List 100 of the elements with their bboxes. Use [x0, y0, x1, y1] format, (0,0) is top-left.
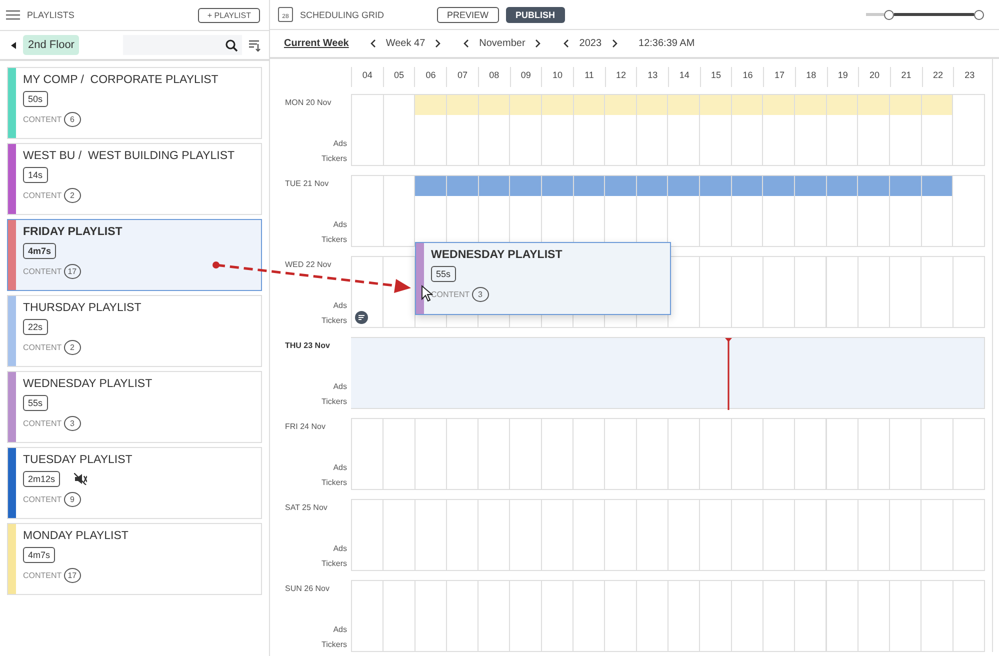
- publish-button[interactable]: PUBLISH: [506, 6, 566, 22]
- hour-label: 15: [700, 67, 732, 87]
- grid-cell[interactable]: [540, 95, 573, 165]
- lane-label: Ads: [332, 543, 347, 555]
- lane-label: Tickers: [320, 396, 347, 408]
- slider-thumb[interactable]: [884, 10, 894, 20]
- grid-cell[interactable]: [762, 95, 794, 165]
- menu-icon[interactable]: [5, 9, 21, 21]
- grid-cell[interactable]: [920, 95, 952, 165]
- grid-cell[interactable]: [920, 176, 952, 246]
- comment-icon[interactable]: [355, 311, 368, 324]
- hour-label: 04: [351, 67, 383, 87]
- grid-cell[interactable]: [857, 176, 890, 246]
- content-label: CONTENT: [23, 267, 62, 276]
- hour-label: 16: [731, 67, 764, 87]
- back-icon[interactable]: [10, 40, 17, 50]
- grid-cell[interactable]: [699, 95, 731, 165]
- grid-cell[interactable]: [446, 95, 478, 165]
- content-count: 2: [64, 340, 81, 355]
- grid-cell[interactable]: [604, 95, 636, 165]
- month-label: November: [479, 38, 526, 49]
- grid-cell[interactable]: [794, 176, 826, 246]
- preview-button[interactable]: PREVIEW: [437, 6, 499, 22]
- panel-title: PLAYLISTS: [27, 10, 76, 20]
- playlist-card[interactable]: TUESDAY PLAYLIST 2m12s CONTENT 9: [7, 447, 262, 519]
- cursor-icon: [421, 285, 433, 303]
- grid-cell[interactable]: [414, 95, 446, 165]
- search-field[interactable]: [123, 35, 242, 55]
- playlist-card[interactable]: WEDNESDAY PLAYLIST 55s CONTENT 3: [7, 371, 262, 443]
- slider-fill[interactable]: [866, 13, 884, 16]
- hour-label: 14: [668, 67, 700, 87]
- grid-cell[interactable]: [889, 176, 921, 246]
- playlist-card[interactable]: WEST BU / WEST BUILDING PLAYLIST 14s CONTENT 2: [7, 143, 262, 215]
- hour-label: 10: [541, 67, 573, 87]
- playlist-card[interactable]: MONDAY PLAYLIST 4m7s CONTENT 17: [7, 523, 262, 595]
- content-label: CONTENT: [431, 290, 470, 299]
- dragged-playlist-card[interactable]: WEDNESDAY PLAYLIST 55s CONTENT 3: [415, 242, 671, 315]
- chevron-left-icon[interactable]: [462, 39, 472, 48]
- grid-cell[interactable]: [572, 95, 604, 165]
- hour-label: 06: [414, 67, 446, 87]
- grid-cell[interactable]: [730, 176, 762, 246]
- day-label: MON 20 Nov: [285, 98, 332, 109]
- grid-cell[interactable]: [857, 95, 890, 165]
- search-icon[interactable]: [225, 38, 238, 52]
- day-label: SAT 25 Nov: [285, 503, 328, 514]
- playlist-title: FRIDAY PLAYLIST: [23, 226, 122, 238]
- chevron-right-icon[interactable]: [533, 39, 542, 48]
- grid-cell[interactable]: [762, 176, 794, 246]
- lane-label: Tickers: [320, 234, 347, 246]
- slider-end-handle[interactable]: [974, 10, 984, 20]
- grid-cell[interactable]: [730, 95, 762, 165]
- duration-tag: 22s: [23, 319, 48, 335]
- current-week-link[interactable]: Current Week: [284, 38, 349, 49]
- grid-cell[interactable]: [667, 95, 700, 165]
- duration-tag: 50s: [23, 91, 48, 107]
- duration-tag: 14s: [23, 167, 48, 183]
- sort-icon[interactable]: [248, 38, 261, 52]
- lane-label: Ads: [332, 300, 347, 312]
- content-label: CONTENT: [23, 343, 62, 352]
- playlist-card[interactable]: MY COMP / CORPORATE PLAYLIST 50s CONTENT 6: [7, 67, 262, 139]
- hour-label: 23: [953, 67, 985, 87]
- content-count: 2: [64, 188, 81, 203]
- grid-cell[interactable]: [509, 95, 541, 165]
- grid-cell[interactable]: [478, 95, 510, 165]
- hour-label: 18: [794, 67, 826, 87]
- lane-label: Tickers: [320, 558, 347, 570]
- hour-label: 19: [826, 67, 858, 87]
- duration-tag: 55s: [23, 395, 48, 411]
- hour-label: 22: [922, 67, 954, 87]
- content-count: 9: [64, 492, 81, 507]
- location-chip[interactable]: 2nd Floor: [23, 35, 80, 55]
- grid-cell[interactable]: [826, 95, 858, 165]
- hour-label: 17: [763, 67, 795, 87]
- lane-label: Tickers: [320, 153, 347, 165]
- add-playlist-button[interactable]: + PLAYLIST: [198, 8, 260, 22]
- chevron-left-icon[interactable]: [368, 39, 378, 48]
- grid-cell[interactable]: [794, 95, 826, 165]
- playlist-card[interactable]: FRIDAY PLAYLIST 4m7s CONTENT 17: [7, 219, 262, 291]
- zoom-slider[interactable]: [866, 10, 984, 20]
- content-label: CONTENT: [23, 191, 62, 200]
- chevron-right-icon[interactable]: [433, 39, 442, 48]
- content-label: CONTENT: [23, 115, 62, 124]
- playlist-card[interactable]: THURSDAY PLAYLIST 22s CONTENT 2: [7, 295, 262, 367]
- grid-cell[interactable]: [699, 176, 731, 246]
- chevron-right-icon[interactable]: [610, 39, 619, 48]
- lane-label: Tickers: [320, 315, 347, 327]
- grid-cell[interactable]: [636, 95, 668, 165]
- playlist-title: MY COMP / CORPORATE PLAYLIST: [23, 74, 218, 86]
- content-count: 3: [64, 416, 81, 431]
- hour-label: 07: [446, 67, 478, 87]
- hour-label: 12: [604, 67, 636, 87]
- content-label: CONTENT: [23, 571, 62, 580]
- grid-cell[interactable]: [826, 176, 858, 246]
- content-count: 17: [64, 264, 81, 279]
- hour-label: 21: [890, 67, 922, 87]
- grid-cell[interactable]: [414, 176, 446, 246]
- playlist-title: WEDNESDAY PLAYLIST: [23, 378, 152, 390]
- grid-cell[interactable]: [889, 95, 921, 165]
- chevron-left-icon[interactable]: [562, 39, 572, 48]
- lane-label: Ads: [332, 219, 347, 231]
